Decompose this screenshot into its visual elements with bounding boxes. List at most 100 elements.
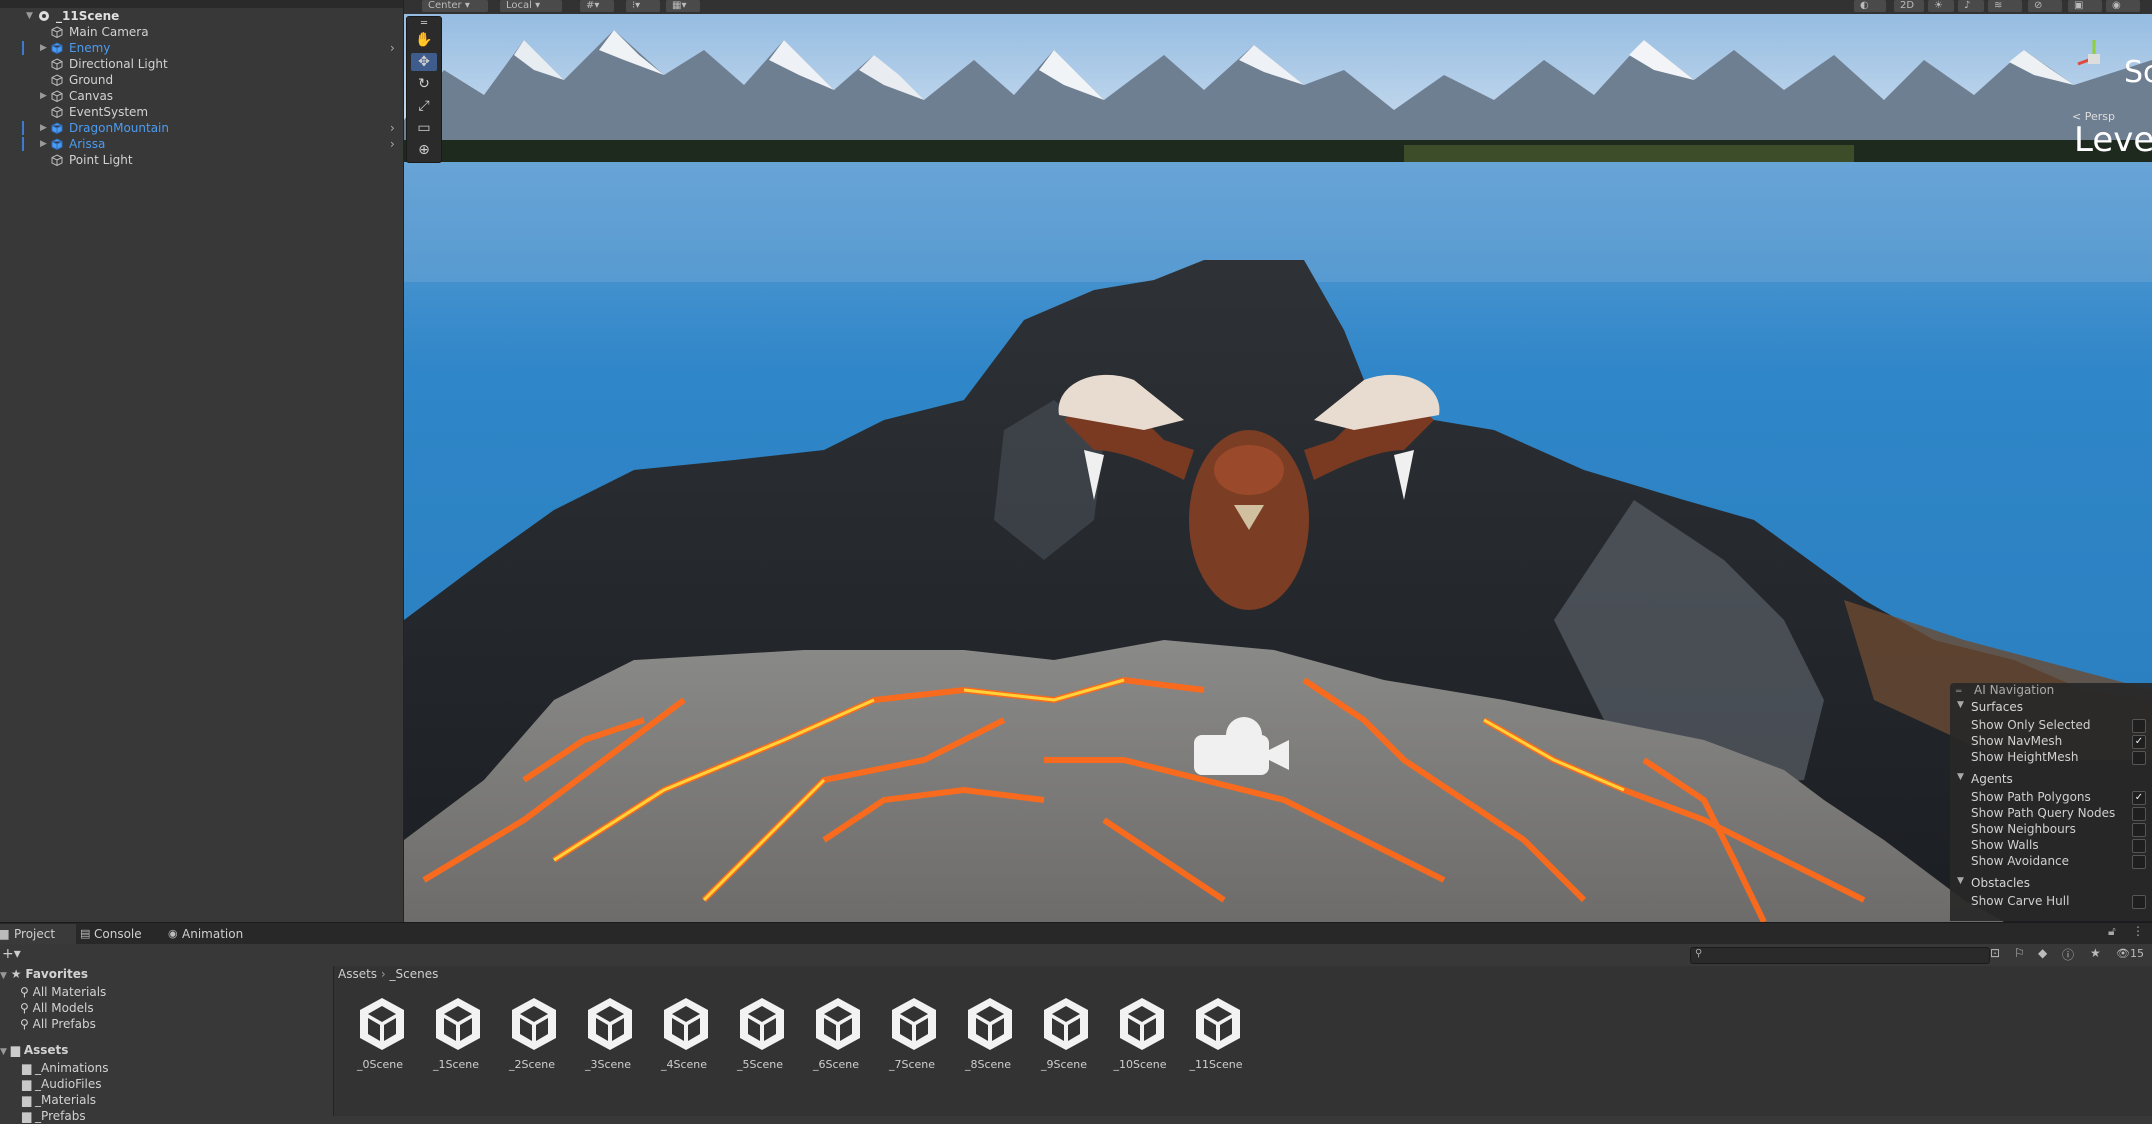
unity-scene-icon [360, 998, 404, 1050]
favorite-star-icon[interactable]: ★ [2090, 946, 2101, 960]
scene-view[interactable]: Sc < Persp Leve [404, 0, 2152, 922]
nav-option-checkbox[interactable] [2132, 719, 2146, 733]
info-icon[interactable]: ⓘ [2062, 946, 2074, 963]
foldout-arrow-icon[interactable]: ▼ [1957, 772, 1964, 782]
expand-arrow-icon[interactable]: ▶ [40, 40, 47, 56]
hierarchy-item[interactable]: Directional Light [0, 56, 403, 72]
2d-toggle[interactable]: 2D [1894, 0, 1924, 12]
scene-gizmo[interactable] [2074, 38, 2114, 78]
axis-gizmo-icon[interactable] [2074, 38, 2114, 78]
scene-asset[interactable]: _10Scene [1102, 994, 1178, 1074]
expand-arrow-icon[interactable]: ▶ [40, 136, 47, 152]
nav-option-checkbox[interactable] [2132, 895, 2146, 909]
scene-asset[interactable]: _7Scene [874, 994, 950, 1074]
favorites-row[interactable]: ▼ ★ Favorites [0, 966, 88, 982]
scene-asset[interactable]: _4Scene [646, 994, 722, 1074]
animation-icon: ◉ [168, 927, 178, 940]
nav-section-obstacles[interactable]: ▼ Obstacles [1957, 876, 2030, 890]
hand-tool-icon[interactable]: ✋ [411, 31, 437, 49]
hierarchy-item[interactable]: Main Camera [0, 24, 403, 40]
hidden-objects-icon[interactable]: ⊘ [2028, 0, 2062, 12]
create-button[interactable]: +▾ [2, 946, 21, 962]
search-by-label-icon[interactable]: ⚐ [2014, 946, 2025, 960]
gizmos-icon[interactable]: ◉ [2106, 0, 2140, 12]
asset-folder-item[interactable]: ▆ _Prefabs [22, 1108, 86, 1124]
snap-increment-button[interactable]: ⁝▾ [626, 0, 660, 12]
nav-option-checkbox[interactable] [2132, 751, 2146, 765]
prefab-override-marker [22, 121, 24, 135]
open-prefab-icon[interactable]: › [390, 120, 395, 136]
scene-asset[interactable]: _11Scene [1178, 994, 1254, 1074]
scene-asset[interactable]: _0Scene [342, 994, 418, 1074]
expand-arrow-icon[interactable]: ▼ [26, 8, 33, 24]
transform-tool-icon[interactable]: ⊕ [411, 141, 437, 159]
space-dropdown[interactable]: Local ▾ [500, 0, 562, 12]
open-prefab-icon[interactable]: › [390, 136, 395, 152]
hierarchy-item[interactable]: Point Light [0, 152, 403, 168]
scale-tool-icon[interactable]: ⤢ [411, 97, 437, 115]
pivot-dropdown[interactable]: Center ▾ [422, 0, 488, 12]
nav-option-checkbox[interactable]: ✓ [2132, 791, 2146, 805]
hierarchy-item[interactable]: ▶ Canvas [0, 88, 403, 104]
hierarchy-item[interactable]: ▶ Arissa › [0, 136, 403, 152]
search-by-type-icon[interactable]: ⊡ [1990, 946, 2000, 960]
project-search-input[interactable]: ⚲ [1690, 947, 1990, 964]
scene-asset[interactable]: _3Scene [570, 994, 646, 1074]
hierarchy-item[interactable]: ▶ DragonMountain › [0, 120, 403, 136]
panel-menu-icon[interactable]: ⋮ [2132, 924, 2144, 938]
foldout-arrow-icon[interactable]: ▼ [1957, 876, 1964, 886]
assets-row[interactable]: ▼ ▆ Assets [0, 1042, 68, 1058]
grid-snap-button[interactable]: #▾ [580, 0, 614, 12]
expand-arrow-icon[interactable]: ▼ [0, 971, 7, 981]
breadcrumb-assets[interactable]: Assets [338, 967, 377, 981]
overlay-handle-icon[interactable]: ═ [1956, 687, 1970, 697]
asset-folder-item[interactable]: ▆ _Materials [22, 1092, 96, 1108]
palette-handle-icon[interactable]: ═ [411, 19, 437, 29]
audio-icon[interactable]: ♪ [1958, 0, 1984, 12]
scene-asset[interactable]: _1Scene [418, 994, 494, 1074]
breadcrumb-scenes[interactable]: _Scenes [390, 967, 439, 981]
tab-animation[interactable]: ◉ Animation [168, 924, 262, 944]
unity-scene-icon [1044, 998, 1088, 1050]
hierarchy-item[interactable]: ▶ Enemy › [0, 40, 403, 56]
tag-icon[interactable]: ◆ [2038, 946, 2047, 960]
hierarchy-item[interactable]: EventSystem [0, 104, 403, 120]
hidden-packages-count[interactable]: 👁︎15 [2116, 947, 2144, 960]
nav-option-checkbox[interactable] [2132, 823, 2146, 837]
camera-settings-icon[interactable]: ▣ [2068, 0, 2102, 12]
expand-arrow-icon[interactable]: ▶ [40, 88, 47, 104]
nav-option-checkbox[interactable] [2132, 855, 2146, 869]
nav-section-surfaces[interactable]: ▼ Surfaces [1957, 700, 2023, 714]
asset-folder-item[interactable]: ▆ _Animations [22, 1060, 108, 1076]
grid-button[interactable]: ▦▾ [666, 0, 700, 12]
rect-tool-icon[interactable]: ▭ [411, 119, 437, 137]
hierarchy-item[interactable]: Ground [0, 72, 403, 88]
favorite-item[interactable]: ⚲ All Prefabs [20, 1016, 96, 1032]
scene-asset[interactable]: _9Scene [1026, 994, 1102, 1074]
scene-root-row[interactable]: ▼ _11Scene [0, 8, 403, 24]
move-tool-icon[interactable]: ✥ [411, 53, 437, 71]
rotate-tool-icon[interactable]: ↻ [411, 75, 437, 93]
favorite-item[interactable]: ⚲ All Models [20, 1000, 94, 1016]
favorite-item[interactable]: ⚲ All Materials [20, 984, 106, 1000]
expand-arrow-icon[interactable]: ▼ [0, 1047, 7, 1057]
scene-asset[interactable]: _2Scene [494, 994, 570, 1074]
effects-icon[interactable]: ≋ [1988, 0, 2022, 12]
scene-asset[interactable]: _6Scene [798, 994, 874, 1074]
nav-option-checkbox[interactable] [2132, 807, 2146, 821]
tab-console[interactable]: ▤ Console [80, 924, 164, 944]
asset-folder-item[interactable]: ▆ _AudioFiles [22, 1076, 102, 1092]
lighting-icon[interactable]: ☀ [1928, 0, 1954, 12]
foldout-arrow-icon[interactable]: ▼ [1957, 700, 1964, 710]
nav-option-checkbox[interactable]: ✓ [2132, 735, 2146, 749]
scene-asset[interactable]: _8Scene [950, 994, 1026, 1074]
draw-mode-button[interactable]: ◐ [1854, 0, 1886, 12]
expand-arrow-icon[interactable]: ▶ [40, 120, 47, 136]
nav-section-agents[interactable]: ▼ Agents [1957, 772, 2013, 786]
scene-asset[interactable]: _5Scene [722, 994, 798, 1074]
folder-icon: ▆ [0, 927, 9, 940]
nav-option-checkbox[interactable] [2132, 839, 2146, 853]
tab-project[interactable]: ▆ Project [0, 924, 76, 944]
lock-icon[interactable]: 🔓︎ [2108, 924, 2116, 939]
open-prefab-icon[interactable]: › [390, 40, 395, 56]
